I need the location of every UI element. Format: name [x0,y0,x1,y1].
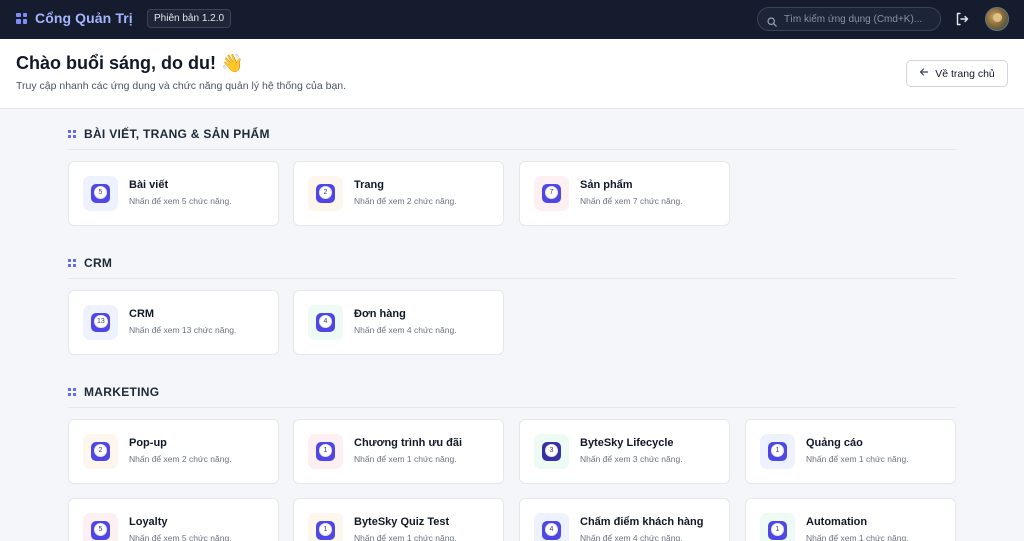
count-badge: 1 [319,523,332,536]
card-title: Automation [806,516,868,528]
section-title: CRM [68,256,112,270]
section-title-text: MARKETING [84,385,160,399]
app-card-loyalty[interactable]: 5 Loyalty Nhấn để xem 5 chức năng. [68,498,279,541]
card-description: Nhấn để xem 1 chức năng. [354,533,457,541]
count-badge: 4 [545,523,558,536]
card-title: Chấm điểm khách hàng [580,516,704,528]
card-title: Chương trình ưu đãi [354,437,463,449]
card-title: ByteSky Quiz Test [354,516,450,528]
app-card-crm[interactable]: 13 CRM Nhấn để xem 13 chức năng. [68,290,279,355]
page-subtitle: Truy cập nhanh các ứng dụng và chức năng… [16,80,347,92]
card-title: Trang [354,179,384,191]
app-card-san-pham[interactable]: 7 Sản phẩm Nhấn để xem 7 chức năng. [519,161,730,226]
card-title: Sản phẩm [580,179,633,191]
section-title-text: CRM [84,256,113,270]
card-description: Nhấn để xem 2 chức năng. [129,454,232,464]
card-description: Nhấn để xem 1 chức năng. [354,454,457,464]
count-badge: 13 [94,315,108,328]
brand-title: Cổng Quản Trị [35,10,133,26]
brand[interactable]: Cổng Quản Trị [16,10,133,26]
grid-icon [16,12,27,24]
card-description: Nhấn để xem 2 chức năng. [354,196,457,206]
divider [68,278,956,279]
search-box[interactable] [757,7,941,31]
app-card-automation[interactable]: 1 Automation Nhấn để xem 1 chức năng. [745,498,956,541]
count-badge: 5 [94,523,107,536]
app-card-cham-diem-khach-hang[interactable]: 4 Chấm điểm khách hàng Nhấn để xem 4 chứ… [519,498,730,541]
card-title: Bài viết [129,179,169,191]
avatar[interactable] [985,7,1009,31]
card-title: Pop-up [129,437,167,449]
home-button-label: Về trang chủ [935,67,995,80]
card-description: Nhấn để xem 4 chức năng. [354,325,457,335]
card-description: Nhấn để xem 4 chức năng. [580,533,683,541]
section-title-text: BÀI VIẾT, TRANG & SẢN PHẨM [84,127,270,141]
card-title: Loyalty [129,516,168,528]
count-badge: 4 [319,315,332,328]
search-icon [767,14,777,27]
count-badge: 2 [319,186,332,199]
page-header: Chào buổi sáng, do du! 👋 Truy cập nhanh … [0,39,1024,109]
app-card-chuong-trinh-uu-dai[interactable]: 1 Chương trình ưu đãi Nhấn để xem 1 chức… [293,419,504,484]
home-button[interactable]: Về trang chủ [906,60,1008,87]
card-description: Nhấn để xem 1 chức năng. [806,454,909,464]
app-card-quang-cao[interactable]: 1 Quảng cáo Nhấn để xem 1 chức năng. [745,419,956,484]
page-title: Chào buổi sáng, do du! 👋 [16,53,244,73]
card-description: Nhấn để xem 7 chức năng. [580,196,683,206]
top-navbar: Cổng Quản Trị Phiên bản 1.2.0 [0,0,1024,39]
version-badge: Phiên bản 1.2.0 [147,9,232,28]
app-card-bai-viet[interactable]: 5 Bài viết Nhấn để xem 5 chức năng. [68,161,279,226]
count-badge: 7 [545,186,558,199]
divider [68,149,956,150]
app-card-don-hang[interactable]: 4 Đơn hàng Nhấn để xem 4 chức năng. [293,290,504,355]
count-badge: 1 [319,444,332,457]
count-badge: 2 [94,444,107,457]
arrow-left-icon [919,67,929,80]
count-badge: 1 [771,444,784,457]
count-badge: 5 [94,186,107,199]
card-title: Đơn hàng [354,308,406,320]
app-card-trang[interactable]: 2 Trang Nhấn để xem 2 chức năng. [293,161,504,226]
card-title: Quảng cáo [806,437,863,449]
card-title: ByteSky Lifecycle [580,437,674,449]
section-title: BÀI VIẾT, TRANG & SẢN PHẨM [68,127,270,141]
divider [68,407,956,408]
card-description: Nhấn để xem 5 chức năng. [129,533,232,541]
card-description: Nhấn để xem 3 chức năng. [580,454,683,464]
card-title: CRM [129,308,155,320]
card-description: Nhấn để xem 13 chức năng. [129,325,237,335]
grid-icon [68,259,76,267]
card-description: Nhấn để xem 5 chức năng. [129,196,232,206]
app-card-bytesky-quiz-test[interactable]: 1 ByteSky Quiz Test Nhấn để xem 1 chức n… [293,498,504,541]
grid-icon [68,388,76,396]
count-badge: 1 [771,523,784,536]
card-description: Nhấn để xem 1 chức năng. [806,533,909,541]
logout-icon[interactable] [954,11,970,27]
app-card-bytesky-lifecycle[interactable]: 3 ByteSky Lifecycle Nhấn để xem 3 chức n… [519,419,730,484]
grid-icon [68,130,76,138]
count-badge: 3 [545,444,558,457]
section-title: MARKETING [68,385,159,399]
app-card-pop-up[interactable]: 2 Pop-up Nhấn để xem 2 chức năng. [68,419,279,484]
search-input[interactable] [784,13,934,25]
